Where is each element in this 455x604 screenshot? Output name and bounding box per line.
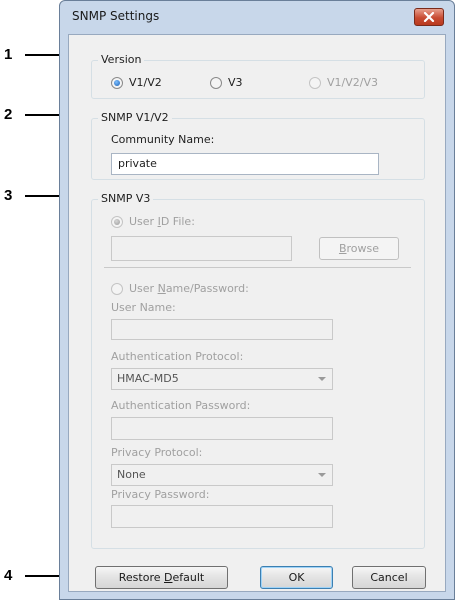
- chevron-down-icon: [318, 377, 326, 381]
- window-title: SNMP Settings: [72, 9, 160, 23]
- radio-v1v2-label: V1/V2: [129, 76, 162, 89]
- ok-button[interactable]: OK: [260, 566, 333, 589]
- privacy-protocol-value: None: [117, 468, 146, 481]
- v3-separator: [104, 267, 411, 268]
- snmp-v3-legend: SNMP V3: [98, 192, 154, 206]
- restore-default-button[interactable]: Restore Default: [95, 566, 228, 589]
- radio-user-id-file[interactable]: User ID File:: [111, 215, 195, 229]
- cancel-button[interactable]: Cancel: [352, 566, 426, 589]
- user-id-file-input[interactable]: [111, 236, 292, 261]
- snmp-v3-group: SNMP V3 User ID File: Browse User Name/P…: [91, 192, 425, 549]
- radio-v3-label: V3: [228, 76, 243, 89]
- user-name-password-label: User Name/Password:: [129, 282, 249, 295]
- radio-unselected-icon: [309, 77, 321, 89]
- radio-user-name-password[interactable]: User Name/Password:: [111, 282, 249, 296]
- snmp-v1v2-legend: SNMP V1/V2: [98, 111, 172, 125]
- user-name-input[interactable]: [111, 319, 333, 340]
- callout-number: 4: [4, 567, 13, 584]
- radio-selected-icon: [111, 216, 123, 228]
- callout-number: 3: [4, 187, 13, 204]
- privacy-protocol-select[interactable]: None: [111, 464, 333, 486]
- radio-unselected-icon: [210, 77, 222, 89]
- privacy-password-label: Privacy Password:: [111, 488, 210, 501]
- snmp-v1v2-group: SNMP V1/V2 Community Name: private: [91, 111, 425, 180]
- callout-number: 1: [4, 46, 13, 63]
- auth-protocol-value: HMAC-MD5: [117, 372, 179, 385]
- community-name-input[interactable]: private: [111, 153, 379, 175]
- callout-number: 2: [4, 106, 13, 123]
- version-group: Version V1/V2 V3 V1/V2/V3: [91, 53, 425, 99]
- radio-v1v2v3-label: V1/V2/V3: [327, 76, 378, 89]
- user-id-file-label: User ID File:: [129, 215, 195, 228]
- title-bar[interactable]: SNMP Settings: [60, 1, 454, 34]
- radio-unselected-icon: [111, 283, 123, 295]
- radio-selected-icon: [111, 77, 123, 89]
- radio-v1v2[interactable]: V1/V2: [111, 76, 162, 90]
- close-button[interactable]: [414, 8, 444, 26]
- radio-v3[interactable]: V3: [210, 76, 243, 90]
- auth-protocol-select[interactable]: HMAC-MD5: [111, 368, 333, 390]
- privacy-protocol-label: Privacy Protocol:: [111, 446, 203, 459]
- chevron-down-icon: [318, 473, 326, 477]
- snmp-settings-dialog: SNMP Settings Version V1/V2 V3 V1/V2/V3: [59, 0, 455, 600]
- version-legend: Version: [98, 53, 145, 67]
- auth-protocol-label: Authentication Protocol:: [111, 350, 244, 363]
- radio-v1v2v3[interactable]: V1/V2/V3: [309, 76, 378, 90]
- user-name-label: User Name:: [111, 301, 176, 314]
- close-icon: [423, 12, 435, 22]
- community-name-label: Community Name:: [111, 133, 215, 146]
- privacy-password-input[interactable]: [111, 505, 333, 528]
- auth-password-input[interactable]: [111, 417, 333, 440]
- dialog-body: Version V1/V2 V3 V1/V2/V3 SNMP V1/V2 Com…: [68, 34, 446, 592]
- browse-button[interactable]: Browse: [319, 237, 399, 260]
- auth-password-label: Authentication Password:: [111, 399, 251, 412]
